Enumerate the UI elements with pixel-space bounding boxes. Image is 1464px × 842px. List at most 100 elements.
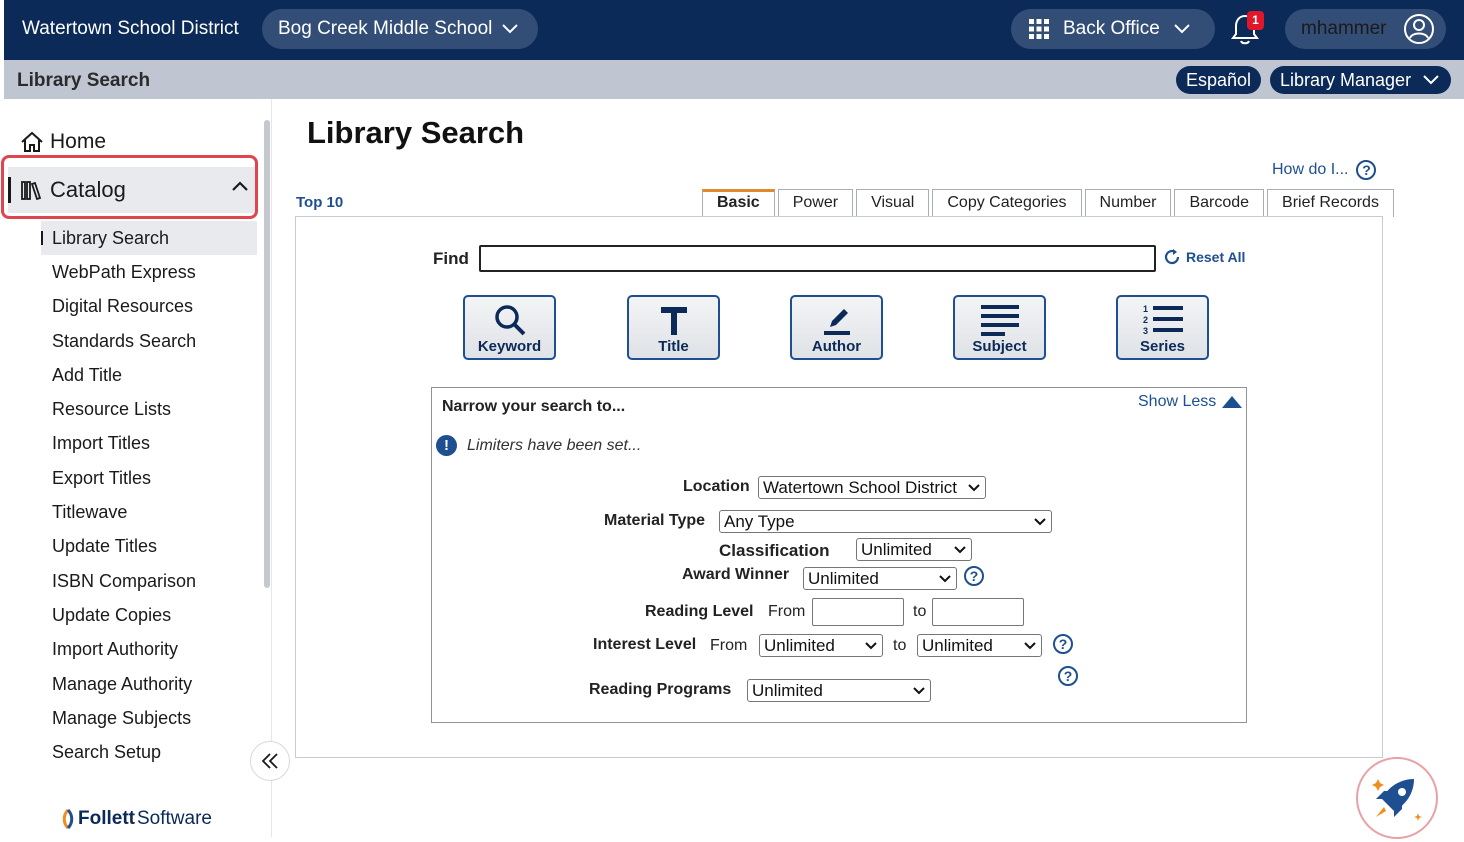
logo-brand: Follett: [78, 808, 135, 829]
sidebar-item-webpath-express[interactable]: WebPath Express: [41, 255, 257, 289]
svg-text:1: 1: [1143, 304, 1148, 314]
role-selector[interactable]: Library Manager: [1270, 66, 1451, 94]
sidebar-item-export-titles[interactable]: Export Titles: [41, 461, 257, 495]
reading-level-to-input[interactable]: [932, 598, 1024, 626]
exclamation-icon: !: [436, 435, 457, 456]
series-label: Series: [1139, 338, 1186, 355]
tab-copy-categories[interactable]: Copy Categories: [932, 189, 1082, 217]
reading-programs-select[interactable]: Unlimited: [747, 679, 931, 702]
sidebar-home-label: Home: [50, 130, 107, 153]
user-menu[interactable]: mhammer: [1285, 9, 1446, 49]
subbar-title: Library Search: [17, 70, 151, 91]
material-type-select[interactable]: Any Type: [719, 510, 1052, 533]
sidebar-item-manage-authority[interactable]: Manage Authority: [41, 667, 257, 701]
keyword-label: Keyword: [477, 338, 542, 355]
svg-text:2: 2: [1143, 315, 1148, 325]
tab-number[interactable]: Number: [1084, 189, 1172, 217]
tab-brief-records[interactable]: Brief Records: [1267, 189, 1394, 217]
tab-power[interactable]: Power: [777, 189, 854, 217]
school-selector[interactable]: Bog Creek Middle School: [262, 9, 538, 49]
sidebar-item-standards-search[interactable]: Standards Search: [41, 324, 257, 358]
sidebar-scrollbar[interactable]: [264, 120, 270, 588]
find-label: Find: [433, 249, 469, 268]
sidebar-item-isbn-comparison[interactable]: ISBN Comparison: [41, 564, 257, 598]
interest-to-value: Unlimited: [922, 636, 993, 655]
svg-text:3: 3: [1143, 326, 1148, 336]
sidebar-item-home[interactable]: Home: [20, 130, 106, 154]
reading-level-to-label: to: [913, 603, 927, 620]
catalog-highlight-annotation: [1, 155, 258, 219]
how-do-i-link[interactable]: How do I... ?: [1272, 160, 1377, 180]
sidebar-item-add-title[interactable]: Add Title: [41, 358, 257, 392]
sidebar-item-digital-resources[interactable]: Digital Resources: [41, 290, 257, 324]
material-type-label: Material Type: [604, 512, 706, 529]
how-do-i-label: How do I...: [1272, 161, 1349, 178]
chevron-down-icon: [1024, 642, 1036, 650]
double-chevron-left-icon: [261, 753, 278, 769]
follett-logo: Follett Software: [60, 808, 212, 830]
collapse-sidebar-button[interactable]: [250, 741, 290, 781]
sidebar-item-update-copies[interactable]: Update Copies: [41, 598, 257, 632]
location-select[interactable]: Watertown School District: [758, 476, 986, 499]
interest-help-icon[interactable]: ?: [1053, 634, 1073, 654]
find-input[interactable]: [479, 245, 1156, 272]
tab-basic[interactable]: Basic: [702, 189, 775, 217]
sidebar-item-import-authority[interactable]: Import Authority: [41, 633, 257, 667]
search-tabs: Basic Power Visual Copy Categories Numbe…: [702, 189, 1397, 217]
back-office-menu[interactable]: Back Office: [1011, 9, 1215, 49]
search-icon: [494, 305, 525, 336]
lines-icon: [980, 305, 1019, 336]
reading-level-from-input[interactable]: [812, 598, 904, 626]
sidebar-item-library-search[interactable]: Library Search: [41, 221, 257, 256]
role-label: Library Manager: [1280, 70, 1412, 90]
sidebar-item-update-titles[interactable]: Update Titles: [41, 530, 257, 564]
material-type-value: Any Type: [724, 512, 795, 531]
top-10-link[interactable]: Top 10: [296, 194, 343, 211]
show-less-label: Show Less: [1138, 393, 1217, 410]
tab-barcode[interactable]: Barcode: [1174, 189, 1265, 217]
chevron-down-icon: [968, 484, 980, 492]
sidebar-item-manage-subjects[interactable]: Manage Subjects: [41, 701, 257, 735]
sidebar-item-resource-lists[interactable]: Resource Lists: [41, 392, 257, 426]
award-winner-select[interactable]: Unlimited: [803, 567, 957, 590]
interest-level-from-select[interactable]: Unlimited: [759, 634, 883, 657]
title-search-button[interactable]: Title: [627, 295, 720, 360]
grid-icon: [1029, 19, 1049, 39]
chevron-down-icon: [954, 546, 966, 554]
home-icon: [21, 131, 43, 152]
classification-label: Classification: [719, 541, 830, 560]
language-button[interactable]: Español: [1176, 66, 1262, 94]
help-icon: ?: [1356, 160, 1377, 180]
interest-level-to-select[interactable]: Unlimited: [917, 634, 1042, 657]
chevron-down-icon: [939, 575, 951, 583]
sidebar-item-search-setup[interactable]: Search Setup: [41, 735, 257, 769]
subject-label: Subject: [972, 338, 1027, 355]
subject-search-button[interactable]: Subject: [953, 295, 1046, 360]
chevron-down-icon: [1174, 24, 1190, 34]
author-label: Author: [811, 338, 862, 355]
show-less-toggle[interactable]: Show Less: [1138, 393, 1243, 411]
reset-all-label: Reset All: [1186, 249, 1246, 265]
school-name: Bog Creek Middle School: [278, 18, 493, 39]
reset-all-button[interactable]: Reset All: [1163, 248, 1245, 266]
logo-suffix: Software: [137, 808, 212, 829]
reading-programs-help-icon[interactable]: ?: [1058, 666, 1078, 686]
catalog-submenu: Library Search WebPath Express Digital R…: [41, 221, 257, 770]
author-search-button[interactable]: Author: [790, 295, 883, 360]
location-label: Location: [683, 478, 750, 495]
classification-select[interactable]: Unlimited: [856, 538, 972, 561]
reading-programs-value: Unlimited: [752, 681, 823, 700]
sidebar-item-titlewave[interactable]: Titlewave: [41, 495, 257, 529]
numbered-list-icon: 1 2 3: [1143, 304, 1183, 336]
sidebar-item-import-titles[interactable]: Import Titles: [41, 427, 257, 461]
follett-logo-icon: [62, 809, 74, 829]
reading-level-label: Reading Level: [645, 603, 754, 620]
district-name: Watertown School District: [22, 18, 239, 39]
keyword-search-button[interactable]: Keyword: [463, 295, 556, 360]
launch-button[interactable]: [1356, 757, 1438, 839]
award-help-icon[interactable]: ?: [964, 566, 984, 586]
chevron-down-icon: [865, 642, 877, 650]
tab-visual[interactable]: Visual: [856, 189, 930, 217]
series-search-button[interactable]: 1 2 3 Series: [1116, 295, 1209, 360]
page-title: Library Search: [307, 115, 525, 150]
